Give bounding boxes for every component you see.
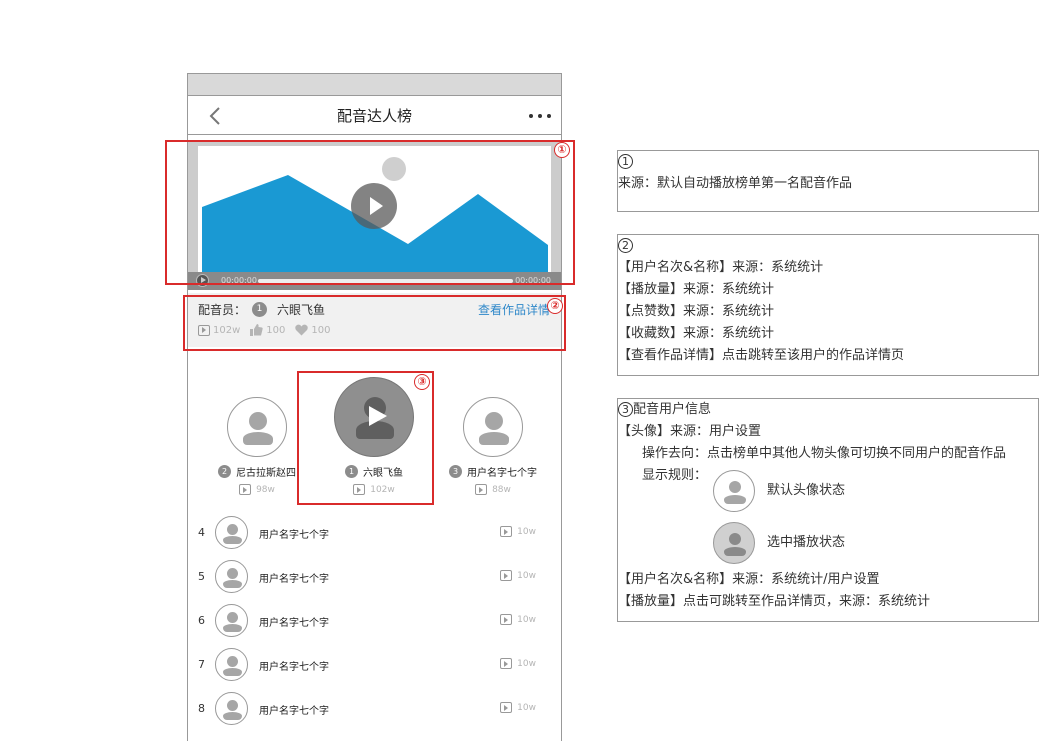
play-count-icon — [500, 658, 513, 669]
note-number: 2 — [618, 238, 633, 253]
note-text: 【用户名次&名称】来源：系统统计 — [618, 260, 824, 275]
list-item[interactable]: 6 用户名字七个字 10w — [188, 602, 561, 646]
play-count-icon — [475, 484, 488, 495]
selected-state-label: 选中播放状态 — [767, 535, 846, 550]
list-item[interactable]: 4 用户名字七个字 10w — [188, 514, 561, 558]
note-text: 【点赞数】来源：系统统计 — [618, 304, 775, 319]
play-count-icon — [500, 614, 513, 625]
list-plays[interactable]: 10w — [517, 659, 536, 669]
list-rank: 5 — [198, 570, 205, 583]
default-state-label: 默认头像状态 — [767, 483, 846, 498]
rank-badge: 3 — [449, 465, 462, 478]
list-rank: 8 — [198, 702, 205, 715]
list-rank: 4 — [198, 526, 205, 539]
list-plays[interactable]: 10w — [517, 615, 536, 625]
avatar[interactable] — [215, 516, 248, 549]
note-text: 【播放量】点击可跳转至作品详情页，来源：系统统计 — [618, 594, 931, 609]
list-name: 用户名字七个字 — [259, 530, 329, 541]
note-number: 3 — [618, 402, 633, 417]
list-item[interactable]: 8 用户名字七个字 10w — [188, 690, 561, 734]
rank-badge: 2 — [218, 465, 231, 478]
note-text: 操作去向：点击榜单中其他人物头像可切换不同用户的配音作品 — [642, 446, 1007, 461]
list-rank: 6 — [198, 614, 205, 627]
note-text: 【收藏数】来源：系统统计 — [618, 326, 775, 341]
play-count-icon — [500, 570, 513, 581]
annotation-box-2 — [183, 295, 566, 351]
selected-avatar-sample — [713, 522, 755, 564]
more-icon[interactable] — [529, 108, 551, 124]
default-avatar-sample — [713, 470, 755, 512]
annotation-box-1 — [165, 140, 575, 285]
list-plays[interactable]: 10w — [517, 527, 536, 537]
list-name: 用户名字七个字 — [259, 618, 329, 629]
note-text: 【用户名次&名称】来源：系统统计/用户设置 — [618, 572, 880, 587]
note-text: 【查看作品详情】点击跳转至该用户的作品详情页 — [618, 348, 905, 363]
play-count-icon — [500, 526, 513, 537]
nav-bar: 配音达人榜 — [188, 95, 561, 135]
avatar[interactable] — [463, 397, 523, 457]
podium-name: 用户名字七个字 — [467, 468, 537, 479]
play-count-icon — [239, 484, 252, 495]
back-arrow-icon[interactable] — [206, 105, 226, 127]
podium-rank-3[interactable]: 3 用户名字七个字 88w — [434, 397, 552, 495]
avatar[interactable] — [227, 397, 287, 457]
note-text: 【头像】来源：用户设置 — [618, 424, 762, 439]
list-rank: 7 — [198, 658, 205, 671]
list-item[interactable]: 7 用户名字七个字 10w — [188, 646, 561, 690]
note-panel-1: 1 来源：默认自动播放榜单第一名配音作品 — [617, 150, 1039, 212]
note-panel-2: 2 【用户名次&名称】来源：系统统计 【播放量】来源：系统统计 【点赞数】来源：… — [617, 234, 1039, 376]
podium-rank-2[interactable]: 2 尼古拉斯赵四 98w — [207, 397, 307, 495]
status-bar — [188, 74, 561, 95]
list-name: 用户名字七个字 — [259, 706, 329, 717]
list-plays[interactable]: 10w — [517, 571, 536, 581]
note-panel-3: 3 配音用户信息 【头像】来源：用户设置 操作去向：点击榜单中其他人物头像可切换不… — [617, 398, 1039, 622]
annotation-number-2: ② — [547, 298, 563, 314]
avatar[interactable] — [215, 692, 248, 725]
note-text: 来源：默认自动播放榜单第一名配音作品 — [618, 176, 853, 191]
avatar[interactable] — [215, 648, 248, 681]
annotation-number-1: ① — [554, 142, 570, 158]
list-plays[interactable]: 10w — [517, 703, 536, 713]
podium-name: 尼古拉斯赵四 — [236, 468, 296, 479]
play-count-icon — [500, 702, 513, 713]
note-number: 1 — [618, 154, 633, 169]
note-title: 配音用户信息 — [633, 402, 712, 417]
page-title: 配音达人榜 — [336, 106, 412, 125]
podium-plays: 88w — [492, 484, 511, 495]
list-name: 用户名字七个字 — [259, 662, 329, 673]
annotation-number-3: ③ — [414, 374, 430, 390]
list-name: 用户名字七个字 — [259, 574, 329, 585]
podium-plays: 98w — [256, 484, 275, 495]
avatar[interactable] — [215, 560, 248, 593]
list-item[interactable]: 5 用户名字七个字 10w — [188, 558, 561, 602]
note-text: 【播放量】来源：系统统计 — [618, 282, 775, 297]
annotation-box-3 — [297, 371, 434, 505]
avatar[interactable] — [215, 604, 248, 637]
